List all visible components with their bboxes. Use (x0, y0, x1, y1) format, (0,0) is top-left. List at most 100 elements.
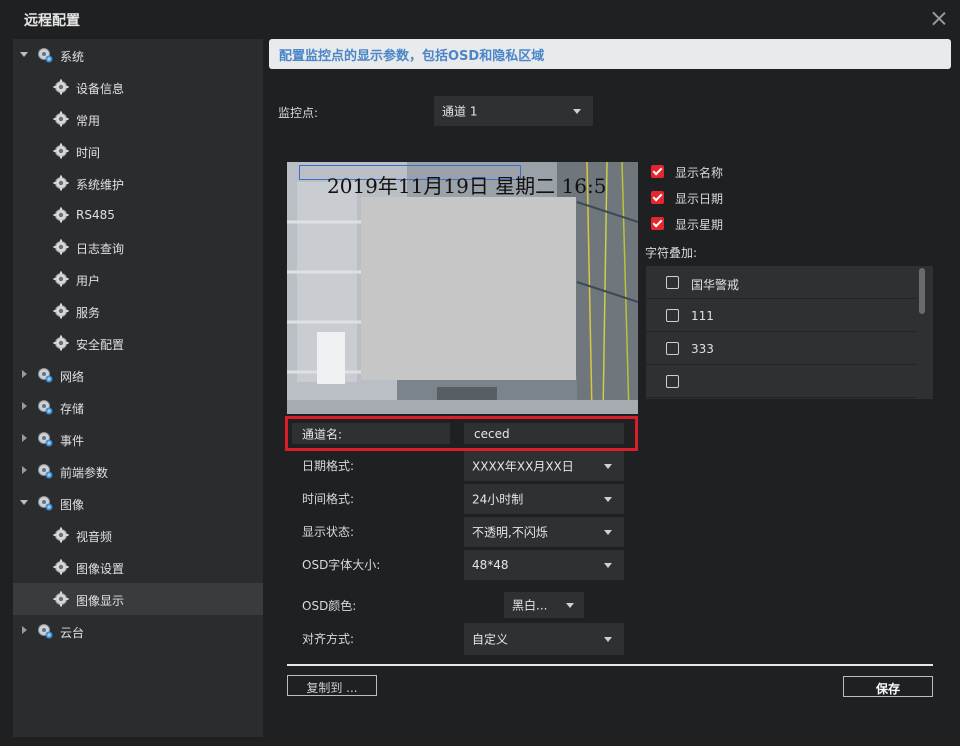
save-button[interactable]: 保存 (843, 676, 933, 697)
chevron-right-icon[interactable] (19, 370, 29, 380)
monitor-point-label: 监控点: (278, 106, 319, 120)
chevron-right-icon[interactable] (19, 434, 29, 444)
sidebar-item-12[interactable]: 事件 (13, 423, 263, 455)
scrollbar[interactable] (919, 268, 925, 314)
date-format-select[interactable]: XXXX年XX月XX日 (464, 451, 624, 481)
privacy-mask-region[interactable] (361, 197, 576, 380)
overlay-checkbox[interactable] (666, 375, 679, 388)
display-state-label: 显示状态: (302, 525, 355, 539)
list-item[interactable] (646, 365, 916, 398)
gear-icon (53, 207, 69, 223)
sidebar-item-13[interactable]: 前端参数 (13, 455, 263, 487)
chevron-right-icon[interactable] (19, 466, 29, 476)
gear-icon (53, 527, 69, 543)
sidebar-item-5[interactable]: RS485 (13, 199, 263, 231)
overlay-checkbox[interactable] (666, 276, 679, 289)
title-bar: 远程配置 (0, 0, 960, 37)
alignment-value: 自定义 (472, 632, 509, 647)
channel-name-value: ceced (474, 426, 510, 441)
osd-color-label: OSD颜色: (302, 599, 357, 613)
gear-globe-icon (37, 367, 53, 383)
overlay-list: 国华警戒 111 333 (646, 266, 933, 399)
sidebar-item-15[interactable]: 视音频 (13, 519, 263, 551)
sidebar-item-label: 系统维护 (76, 178, 125, 192)
gear-icon (53, 111, 69, 127)
display-state-value: 不透明,不闪烁 (472, 525, 548, 540)
show-option-checkbox-1[interactable] (651, 191, 664, 204)
banner-text: 配置监控点的显示参数，包括OSD和隐私区域 (279, 49, 545, 64)
sidebar-item-11[interactable]: 存储 (13, 391, 263, 423)
sidebar-item-1[interactable]: 设备信息 (13, 71, 263, 103)
sidebar-item-10[interactable]: 网络 (13, 359, 263, 391)
window-title: 远程配置 (24, 13, 80, 29)
chevron-down-icon (604, 464, 612, 469)
chevron-right-icon[interactable] (19, 402, 29, 412)
list-item[interactable]: 111 (646, 299, 916, 332)
gear-globe-icon (37, 47, 53, 63)
sidebar-item-label: 事件 (60, 434, 85, 448)
sidebar-item-7[interactable]: 用户 (13, 263, 263, 295)
osd-font-size-value: 48*48 (472, 558, 509, 572)
time-format-select[interactable]: 24小时制 (464, 484, 624, 514)
sidebar-item-6[interactable]: 日志查询 (13, 231, 263, 263)
sidebar-tree: 系统设备信息常用时间系统维护 RS485 日志查询用户服务安全配置 网络存储事件前端参… (13, 39, 263, 737)
sidebar-item-18[interactable]: 云台 (13, 615, 263, 647)
info-banner: 配置监控点的显示参数，包括OSD和隐私区域 (269, 39, 951, 69)
close-icon[interactable] (928, 8, 950, 30)
overlay-checkbox[interactable] (666, 309, 679, 322)
gear-icon (53, 303, 69, 319)
show-option-checkbox-2[interactable] (651, 217, 664, 230)
time-format-value: 24小时制 (472, 492, 524, 507)
show-option-label-1: 显示日期 (675, 192, 724, 206)
sidebar-item-2[interactable]: 常用 (13, 103, 263, 135)
monitor-point-select[interactable]: 通道 1 (434, 96, 593, 126)
gear-globe-icon (37, 399, 53, 415)
chevron-down-icon[interactable] (19, 50, 29, 60)
channel-name-input[interactable]: ceced (464, 423, 624, 444)
show-option-label-0: 显示名称 (675, 166, 724, 180)
sidebar-item-label: RS485 (76, 208, 115, 222)
chevron-down-icon[interactable] (19, 498, 29, 508)
gear-icon (53, 79, 69, 95)
sidebar-item-label: 存储 (60, 402, 85, 416)
osd-datetime-text[interactable]: 2019年11月19日 星期二 16:5 (327, 170, 606, 199)
chevron-down-icon (566, 603, 574, 608)
sidebar-item-16[interactable]: 图像设置 (13, 551, 263, 583)
sidebar-item-9[interactable]: 安全配置 (13, 327, 263, 359)
video-preview[interactable]: 2019年11月19日 星期二 16:5 (287, 162, 638, 414)
date-format-value: XXXX年XX月XX日 (472, 459, 574, 474)
alignment-select[interactable]: 自定义 (464, 623, 624, 655)
show-option-checkbox-0[interactable] (651, 165, 664, 178)
sidebar-item-label: 服务 (76, 306, 101, 320)
sidebar-item-3[interactable]: 时间 (13, 135, 263, 167)
list-item[interactable]: 333 (646, 332, 916, 365)
sidebar-item-4[interactable]: 系统维护 (13, 167, 263, 199)
alignment-label: 对齐方式: (302, 632, 355, 646)
sidebar-item-14[interactable]: 图像 (13, 487, 263, 519)
copy-to-button[interactable]: 复制到 ... (287, 675, 377, 696)
time-format-label: 时间格式: (302, 492, 355, 506)
copy-to-label: 复制到 ... (306, 681, 358, 695)
show-option-label-2: 显示星期 (675, 218, 724, 232)
sidebar-item-8[interactable]: 服务 (13, 295, 263, 327)
sidebar-item-label: 常用 (76, 114, 101, 128)
sidebar-item-label: 图像 (60, 498, 85, 512)
chevron-down-icon (604, 497, 612, 502)
chevron-down-icon (573, 109, 581, 114)
gear-icon (53, 143, 69, 159)
save-label: 保存 (875, 682, 900, 696)
list-item[interactable]: 国华警戒 (646, 266, 916, 299)
sidebar-item-0[interactable]: 系统 (13, 39, 263, 71)
display-state-select[interactable]: 不透明,不闪烁 (464, 517, 624, 547)
osd-color-select[interactable]: 黑白... (504, 592, 584, 618)
chevron-down-icon (604, 530, 612, 535)
sidebar-item-label: 设备信息 (76, 82, 125, 96)
channel-name-label-field: 通道名: (292, 423, 450, 444)
overlay-checkbox[interactable] (666, 342, 679, 355)
chevron-right-icon[interactable] (19, 626, 29, 636)
sidebar-item-17[interactable]: 图像显示 (13, 583, 263, 615)
osd-font-size-select[interactable]: 48*48 (464, 550, 624, 580)
gear-globe-icon (37, 463, 53, 479)
sidebar-item-label: 日志查询 (76, 242, 125, 256)
gear-icon (53, 559, 69, 575)
